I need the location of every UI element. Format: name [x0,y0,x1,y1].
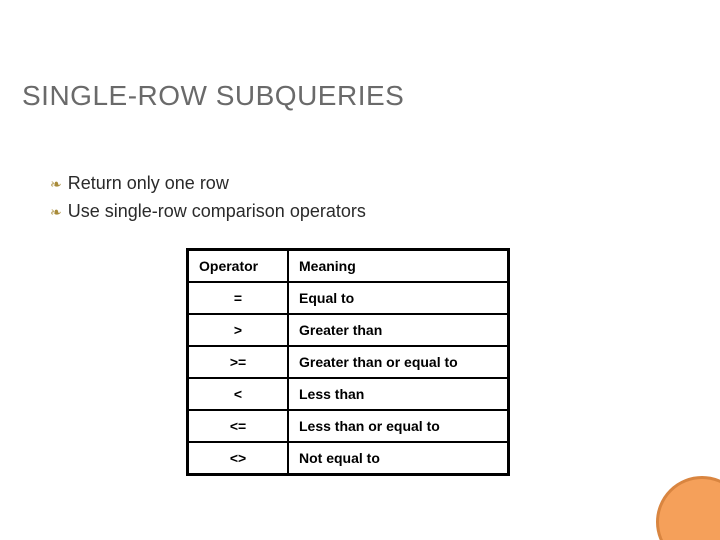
bullet-text: Return only one row [68,170,229,198]
cell-operator: >= [188,346,289,378]
table-row: >= Greater than or equal to [188,346,509,378]
cell-meaning: Greater than or equal to [288,346,509,378]
header-meaning: Meaning [288,250,509,283]
cell-operator: <> [188,442,289,475]
slide: SINGLE-ROW SUBQUERIES ❧ Return only one … [0,0,720,540]
list-item: ❧ Use single-row comparison operators [50,198,366,226]
table-row: = Equal to [188,282,509,314]
operator-table: Operator Meaning = Equal to > Greater th… [186,248,510,476]
table-row: <= Less than or equal to [188,410,509,442]
bullet-list: ❧ Return only one row ❧ Use single-row c… [50,170,366,226]
bullet-icon: ❧ [50,205,62,219]
cell-meaning: Equal to [288,282,509,314]
decorative-circle [656,476,720,540]
table-row: < Less than [188,378,509,410]
list-item: ❧ Return only one row [50,170,366,198]
cell-meaning: Greater than [288,314,509,346]
cell-operator: > [188,314,289,346]
cell-operator: <= [188,410,289,442]
table-row: <> Not equal to [188,442,509,475]
table-row: > Greater than [188,314,509,346]
cell-meaning: Less than or equal to [288,410,509,442]
cell-meaning: Less than [288,378,509,410]
cell-meaning: Not equal to [288,442,509,475]
bullet-text: Use single-row comparison operators [68,198,366,226]
bullet-icon: ❧ [50,177,62,191]
header-operator: Operator [188,250,289,283]
cell-operator: < [188,378,289,410]
page-title: SINGLE-ROW SUBQUERIES [22,80,404,112]
cell-operator: = [188,282,289,314]
table-header-row: Operator Meaning [188,250,509,283]
